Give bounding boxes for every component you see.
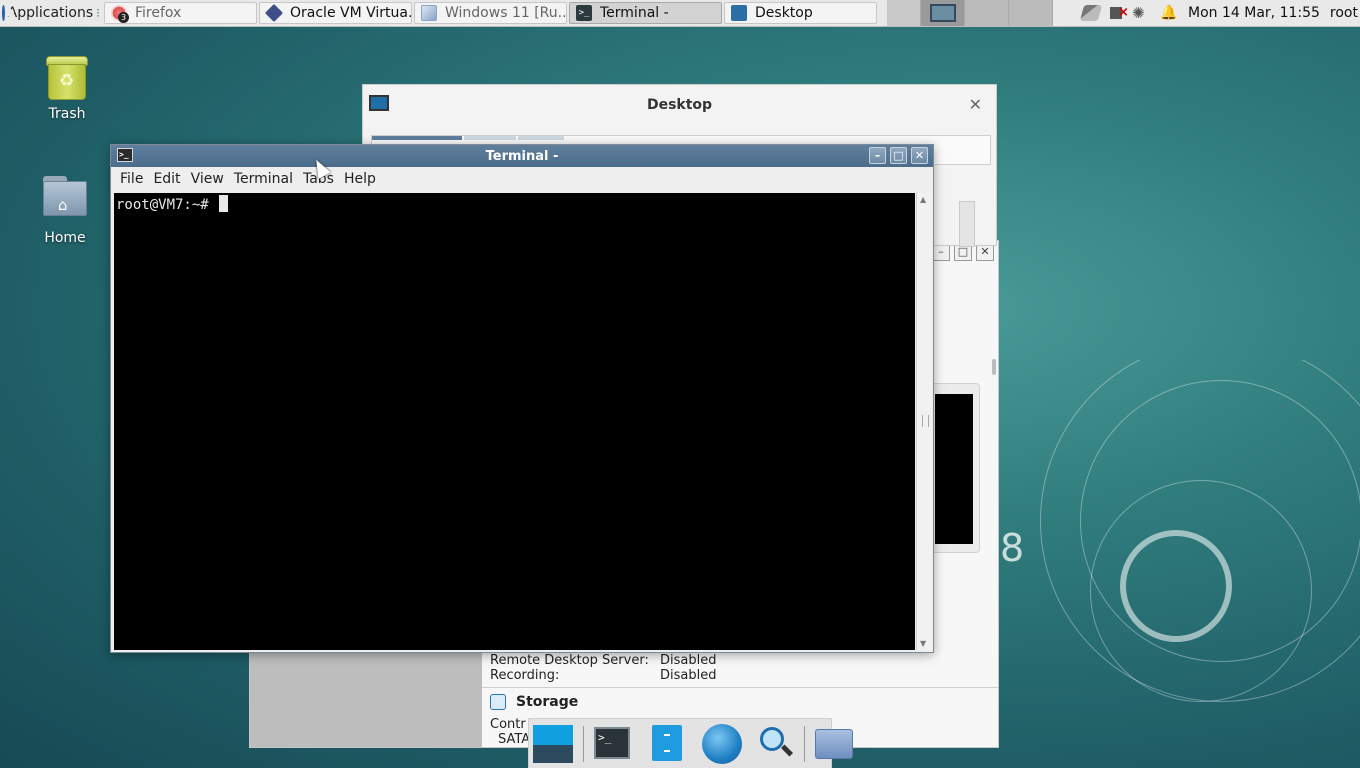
maximize-button[interactable]: □ <box>890 147 907 164</box>
scrollbar-grip[interactable] <box>922 415 929 427</box>
storage-section-header[interactable]: Storage <box>490 694 578 710</box>
trash-icon <box>46 56 88 100</box>
scrollbar-thumb[interactable] <box>992 359 996 375</box>
storage-heading: Storage <box>516 694 579 710</box>
tab[interactable] <box>518 136 564 140</box>
scroll-down-icon[interactable]: ▼ <box>920 639 926 648</box>
updates-icon[interactable]: ✺ <box>1132 5 1150 21</box>
detail-value: Disabled <box>660 668 717 683</box>
dock-separator <box>804 725 805 762</box>
file-manager-icon[interactable] <box>644 721 690 767</box>
task-firefox[interactable]: 3 Firefox <box>104 2 257 24</box>
task-label: Firefox <box>135 5 182 21</box>
task-virtualbox[interactable]: Oracle VM Virtua... <box>259 2 412 24</box>
tab-active[interactable] <box>372 136 462 140</box>
detail-row: Recording: Disabled <box>490 668 716 683</box>
network-icon[interactable] <box>1079 5 1103 21</box>
home-folder-icon: ⌂ <box>43 176 87 216</box>
folder-icon[interactable] <box>811 721 857 767</box>
menu-view[interactable]: View <box>186 171 229 187</box>
debian-logo-icon <box>2 5 13 21</box>
volume-muted-icon[interactable] <box>1110 5 1129 20</box>
virtualbox-icon <box>264 3 284 23</box>
menu-help[interactable]: Help <box>339 171 381 187</box>
desktop-icon-label: Home <box>44 230 86 246</box>
wallpaper-digit: 8 <box>1000 526 1025 570</box>
storage-icon <box>490 694 506 710</box>
top-panel: Applications ⁝ 3 Firefox Oracle VM Virtu… <box>0 0 1360 27</box>
panel-grip-icon: ⁝ <box>96 6 100 20</box>
detail-key: Recording: <box>490 668 560 683</box>
minimize-button[interactable]: – <box>869 147 886 164</box>
task-label: Windows 11 [Ru... <box>445 5 567 21</box>
shell-prompt: root@VM7:~# <box>116 195 229 213</box>
task-windows11[interactable]: Windows 11 [Ru... <box>414 2 567 24</box>
terminal-icon: >_ <box>117 148 133 162</box>
task-label: Terminal - <box>600 5 669 21</box>
text-cursor <box>219 195 229 212</box>
task-terminal[interactable]: >_ Terminal - <box>569 2 722 24</box>
terminal-output[interactable]: root@VM7:~# <box>114 193 915 650</box>
workspace-3[interactable] <box>965 0 1009 26</box>
applications-menu[interactable]: Applications ⁝ <box>0 0 104 26</box>
terminal-icon: >_ <box>576 5 592 21</box>
scrollbar[interactable] <box>959 201 975 247</box>
workspace-switcher <box>887 0 1053 26</box>
applications-label: Applications <box>7 5 94 21</box>
debian-swirl-wallpaper <box>980 360 1360 768</box>
detail-value: Disabled <box>660 653 717 668</box>
window-title: Desktop <box>646 97 713 113</box>
close-button[interactable]: ✕ <box>911 147 928 164</box>
clock[interactable]: Mon 14 Mar, 11:55 <box>1188 5 1320 21</box>
window-titlebar: Desktop ✕ <box>363 85 996 125</box>
task-label: Desktop <box>755 5 813 21</box>
desktop-icon-label: Trash <box>48 106 86 122</box>
workspace-4[interactable] <box>1009 0 1053 26</box>
search-icon[interactable] <box>752 721 798 767</box>
task-desktop[interactable]: Desktop <box>724 2 877 24</box>
sata-label: SATA <box>498 732 531 747</box>
window-title: Terminal - <box>485 148 559 164</box>
menu-terminal[interactable]: Terminal <box>229 171 298 187</box>
vm-window-icon <box>421 5 437 21</box>
terminal-titlebar[interactable]: >_ Terminal - – □ ✕ <box>111 145 933 167</box>
desktop-monitor-icon <box>731 5 747 21</box>
terminal-launcher-icon[interactable]: >_ <box>590 721 636 767</box>
menu-file[interactable]: File <box>115 171 148 187</box>
close-icon[interactable]: ✕ <box>969 95 982 114</box>
section-divider <box>482 687 998 688</box>
desktop-icon-home[interactable]: ⌂ Home <box>25 176 105 246</box>
vm-preview <box>932 383 980 553</box>
workspace-2[interactable] <box>921 0 965 26</box>
web-browser-icon[interactable] <box>698 721 744 767</box>
workspace-window-thumbnail <box>930 4 956 22</box>
system-tray: ✺ 🔔 Mon 14 Mar, 11:55 root <box>1079 0 1360 26</box>
terminal-window: >_ Terminal - – □ ✕ File Edit View Termi… <box>110 144 934 653</box>
terminal-menubar: File Edit View Terminal Tabs Help <box>111 167 933 191</box>
desktop-monitor-icon <box>369 95 389 111</box>
dock-separator <box>583 725 584 762</box>
detail-row: Remote Desktop Server: Disabled <box>490 653 716 668</box>
scroll-up-icon[interactable]: ▲ <box>920 195 926 204</box>
workspace-1[interactable] <box>887 0 921 26</box>
window-count-badge: 3 <box>118 12 129 23</box>
menu-edit[interactable]: Edit <box>148 171 185 187</box>
detail-key: Remote Desktop Server: <box>490 653 649 668</box>
dock: >_ <box>528 718 853 768</box>
controller-label: Contr <box>490 717 526 732</box>
task-label: Oracle VM Virtua... <box>290 5 412 21</box>
details-sidebar-area <box>250 651 482 747</box>
notifications-bell-icon[interactable]: 🔔 <box>1160 5 1178 21</box>
window-controls: – □ ✕ <box>869 147 928 164</box>
firefox-icon: 3 <box>111 5 129 23</box>
user-menu[interactable]: root <box>1330 5 1358 21</box>
tab[interactable] <box>464 136 516 140</box>
show-desktop-icon[interactable] <box>531 721 577 767</box>
desktop-icon-trash[interactable]: Trash <box>27 56 107 122</box>
prompt-text: root@VM7:~# <box>116 197 218 213</box>
terminal-scrollbar[interactable]: ▲ ▼ <box>916 193 932 650</box>
